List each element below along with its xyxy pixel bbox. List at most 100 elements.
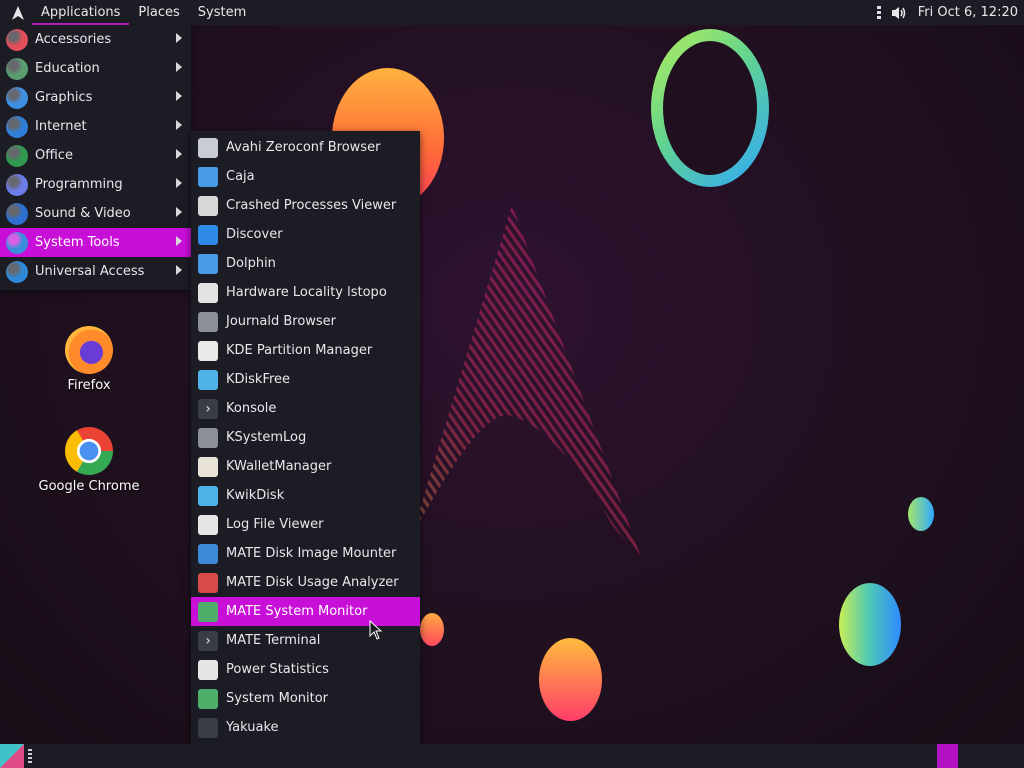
- submenu-item-label: Journald Browser: [226, 314, 337, 329]
- submenu-item[interactable]: System Monitor: [191, 684, 420, 713]
- accessories-icon: [6, 28, 28, 51]
- submenu-item[interactable]: Yakuake: [191, 713, 420, 742]
- sound-video-icon: [6, 202, 28, 225]
- submenu-item-label: MATE System Monitor: [226, 604, 368, 619]
- kdiskfree-icon: [198, 369, 218, 390]
- office-icon: [6, 144, 28, 167]
- submenu-item-label: Hardware Locality lstopo: [226, 285, 387, 300]
- arch-wallpaper-logo: [412, 205, 642, 560]
- crash-icon: [198, 195, 218, 216]
- system-menu-button[interactable]: System: [189, 0, 255, 25]
- apps-menu-item[interactable]: Graphics: [0, 83, 191, 112]
- submenu-item-label: MATE Disk Usage Analyzer: [226, 575, 399, 590]
- submenu-item[interactable]: Caja: [191, 162, 420, 191]
- submenu-item-label: Caja: [226, 169, 255, 184]
- apps-menu-item[interactable]: Education: [0, 54, 191, 83]
- chevron-right-icon: [176, 207, 182, 217]
- show-desktop-button[interactable]: [0, 744, 24, 768]
- submenu-item[interactable]: › Konsole: [191, 394, 420, 423]
- submenu-item[interactable]: KwikDisk: [191, 481, 420, 510]
- apps-menu-item[interactable]: Office: [0, 141, 191, 170]
- submenu-item[interactable]: Power Statistics: [191, 655, 420, 684]
- background-ring: [651, 29, 769, 187]
- background-small-drop: [908, 497, 934, 531]
- submenu-item[interactable]: KDiskFree: [191, 365, 420, 394]
- arch-logo-icon[interactable]: [8, 3, 28, 23]
- chrome-icon: [65, 427, 113, 475]
- system-monitor-icon: [198, 601, 218, 622]
- internet-icon: [6, 115, 28, 138]
- chevron-right-icon: [176, 33, 182, 43]
- submenu-item[interactable]: KSystemLog: [191, 423, 420, 452]
- apps-menu-item-label: Graphics: [35, 90, 93, 105]
- apps-menu-item[interactable]: Internet: [0, 112, 191, 141]
- terminal-icon: ›: [198, 630, 218, 651]
- background-tiny-blob: [420, 613, 444, 646]
- system-tools-submenu: Avahi Zeroconf Browser Caja Crashed Proces…: [191, 131, 420, 744]
- submenu-item[interactable]: Crashed Processes Viewer: [191, 191, 420, 220]
- submenu-item[interactable]: Log File Viewer: [191, 510, 420, 539]
- submenu-item[interactable]: Avahi Zeroconf Browser: [191, 133, 420, 162]
- submenu-item[interactable]: KWalletManager: [191, 452, 420, 481]
- submenu-item[interactable]: Discover: [191, 220, 420, 249]
- folder-icon: [198, 253, 218, 274]
- submenu-item-label: Discover: [226, 227, 283, 242]
- applications-menu: Accessories Education Graphics Internet Offi…: [0, 25, 191, 290]
- submenu-item[interactable]: Journald Browser: [191, 307, 420, 336]
- background-big-drop: [839, 583, 901, 666]
- volume-icon[interactable]: [890, 4, 908, 22]
- apps-menu-item[interactable]: Universal Access: [0, 257, 191, 286]
- submenu-item[interactable]: › MATE Terminal: [191, 626, 420, 655]
- background-bottom-blob: [539, 638, 602, 721]
- apps-menu-item[interactable]: Accessories: [0, 25, 191, 54]
- disk-usage-icon: [198, 572, 218, 593]
- monitor-icon: [198, 137, 218, 158]
- submenu-item-label: Crashed Processes Viewer: [226, 198, 397, 213]
- chevron-right-icon: [176, 236, 182, 246]
- system-monitor-icon: [198, 688, 218, 709]
- disk-image-icon: [198, 543, 218, 564]
- submenu-item[interactable]: Hardware Locality lstopo: [191, 278, 420, 307]
- chevron-right-icon: [176, 149, 182, 159]
- submenu-item-label: Log File Viewer: [226, 517, 324, 532]
- apps-menu-item[interactable]: System Tools: [0, 228, 191, 257]
- chevron-right-icon: [176, 120, 182, 130]
- system-tools-icon: [6, 231, 28, 254]
- submenu-item-label: KSystemLog: [226, 430, 307, 445]
- submenu-item-label: KDE Partition Manager: [226, 343, 373, 358]
- programming-icon: [6, 173, 28, 196]
- submenu-item-label: KWalletManager: [226, 459, 332, 474]
- submenu-item[interactable]: MATE Disk Image Mounter: [191, 539, 420, 568]
- apps-menu-item-label: Universal Access: [35, 264, 145, 279]
- firefox-icon: [65, 326, 113, 374]
- places-menu-button[interactable]: Places: [129, 0, 188, 25]
- top-panel: Applications Places System Fri Oct 6, 12…: [0, 0, 1024, 25]
- submenu-item[interactable]: KDE Partition Manager: [191, 336, 420, 365]
- apps-menu-item-label: Sound & Video: [35, 206, 131, 221]
- education-icon: [6, 57, 28, 80]
- folder-icon: [198, 166, 218, 187]
- submenu-item-label: Yakuake: [226, 720, 279, 735]
- submenu-item-label: Konsole: [226, 401, 277, 416]
- apps-menu-item[interactable]: Sound & Video: [0, 199, 191, 228]
- submenu-item-label: MATE Terminal: [226, 633, 321, 648]
- bottom-panel: [0, 744, 1024, 768]
- graphics-icon: [6, 86, 28, 109]
- power-stats-icon: [198, 659, 218, 680]
- magnifier-icon: [198, 514, 218, 535]
- firefox-label: Firefox: [67, 378, 111, 393]
- clock[interactable]: Fri Oct 6, 12:20: [912, 5, 1024, 20]
- submenu-item-label: Avahi Zeroconf Browser: [226, 140, 381, 155]
- submenu-item[interactable]: MATE System Monitor: [191, 597, 420, 626]
- panel-handle-icon: [872, 4, 886, 22]
- firefox-desktop-icon[interactable]: Firefox: [34, 326, 144, 393]
- chrome-desktop-icon[interactable]: Google Chrome: [34, 427, 144, 494]
- apps-menu-item[interactable]: Programming: [0, 170, 191, 199]
- submenu-item-label: Power Statistics: [226, 662, 329, 677]
- submenu-item[interactable]: MATE Disk Usage Analyzer: [191, 568, 420, 597]
- workspace-switcher[interactable]: [937, 744, 958, 768]
- submenu-item[interactable]: Dolphin: [191, 249, 420, 278]
- applications-menu-button[interactable]: Applications: [32, 0, 129, 25]
- partition-icon: [198, 340, 218, 361]
- kwikdisk-icon: [198, 485, 218, 506]
